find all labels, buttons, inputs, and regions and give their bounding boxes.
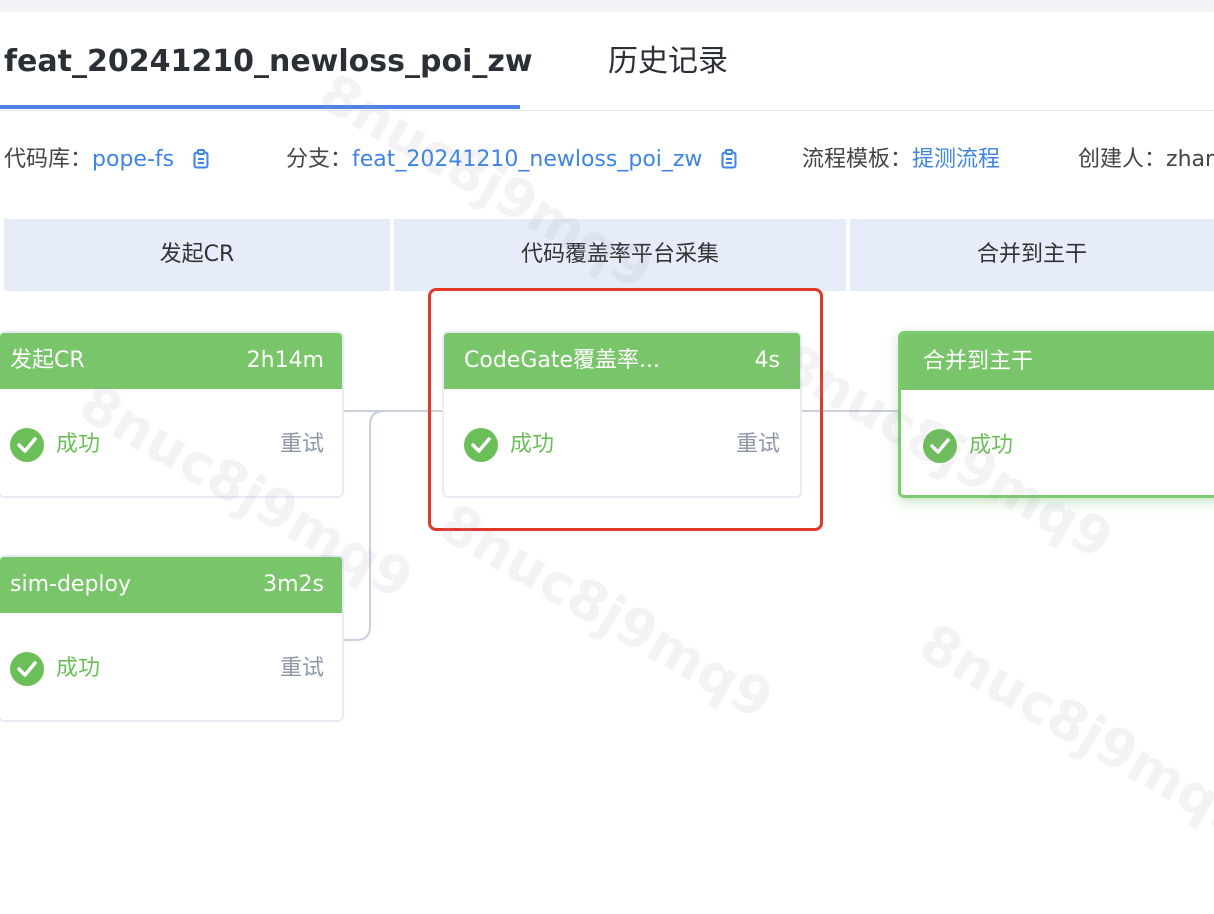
repo-label: 代码库： [4,147,93,172]
creator-label: 创建人： [1078,147,1167,172]
job-card-header: sim-deploy 3m2s [0,557,342,613]
pipeline-info-row: 代码库：pope-fs 分支：feat_20241210_newloss_poi… [0,130,1214,190]
job-status: 成功 [10,649,100,689]
highlight-annotation-box [428,288,823,531]
stage-header-coverage: 代码覆盖率平台采集 [394,219,846,291]
stage-header-cr: 发起CR [4,219,390,291]
job-title: 合并到主干 [923,349,1034,374]
creator-value: zhan [1166,147,1214,172]
repo-link[interactable]: pope-fs [92,147,174,172]
template-info: 流程模板：提测流程 [802,130,1000,190]
job-card-header: 合并到主干 1 [901,334,1214,390]
stage-header-merge: 合并到主干 [850,219,1214,291]
job-status-text: 成功 [56,656,101,681]
active-tab-indicator [0,105,520,109]
check-circle-icon [923,429,957,463]
branch-info: 分支：feat_20241210_newloss_poi_zw [286,130,737,190]
copy-icon[interactable] [193,133,209,169]
job-duration: 3m2s [263,572,324,597]
branch-link[interactable]: feat_20241210_newloss_poi_zw [352,147,702,172]
job-status-text: 成功 [56,432,101,457]
top-strip [0,0,1214,12]
job-title: sim-deploy [10,572,131,597]
job-duration: 2h14m [246,348,324,373]
copy-icon[interactable] [721,133,737,169]
tab-bar: feat_20241210_newloss_poi_zw 历史记录 [0,12,1214,111]
job-card-cr[interactable]: 发起CR 2h14m 成功 重试 [0,331,344,498]
job-status-text: 成功 [969,433,1014,458]
job-status: 成功 [923,426,1013,466]
watermark: 8nuc8j9mq9 [909,611,1214,852]
job-status: 成功 [10,425,100,465]
tab-branch[interactable]: feat_20241210_newloss_poi_zw [4,12,533,110]
branch-label: 分支： [286,147,353,172]
creator-info: 创建人：zhan [1078,130,1214,190]
job-title: 发起CR [10,348,85,373]
job-card-header: 发起CR 2h14m [0,333,342,389]
job-card-merge[interactable]: 合并到主干 1 成功 [898,331,1214,498]
template-label: 流程模板： [802,147,913,172]
retry-button[interactable]: 重试 [280,649,324,689]
template-link[interactable]: 提测流程 [912,147,1000,172]
repo-info: 代码库：pope-fs [4,130,209,190]
tab-history[interactable]: 历史记录 [608,12,728,110]
check-circle-icon [10,428,44,462]
retry-button[interactable]: 重试 [280,425,324,465]
job-card-sim-deploy[interactable]: sim-deploy 3m2s 成功 重试 [0,555,344,722]
check-circle-icon [10,652,44,686]
